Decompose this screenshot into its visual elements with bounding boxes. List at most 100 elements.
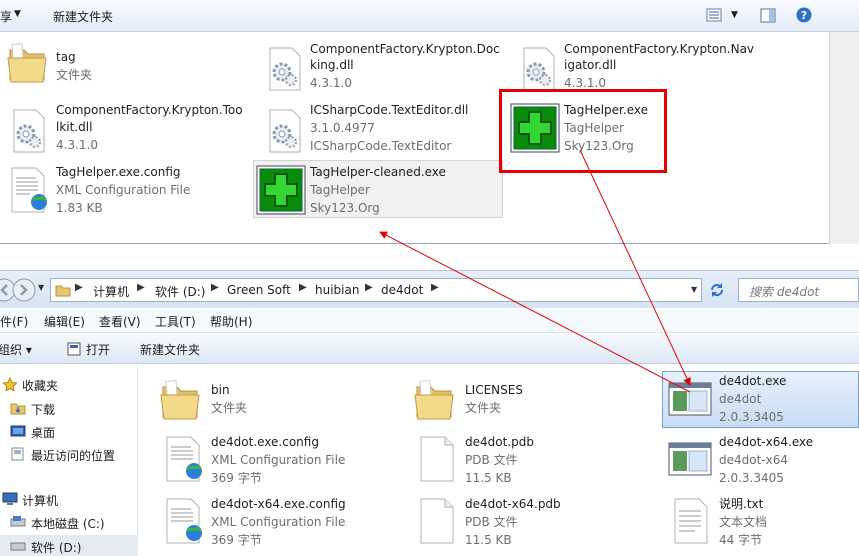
file-size: 44 字节 — [719, 533, 763, 547]
breadcrumb-computer[interactable]: 计算机 — [93, 283, 129, 300]
file-name: TagHelper-cleaned.exe — [310, 165, 446, 179]
file-version: 2.0.3.3405 — [719, 471, 784, 485]
file-description: de4dot-x64 — [719, 453, 788, 467]
menu-file[interactable]: 文件(F) — [0, 313, 28, 330]
menu-edit[interactable]: 编辑(E) — [44, 313, 85, 330]
download-folder-icon — [10, 401, 26, 415]
file-name: de4dot.exe.config — [211, 435, 319, 449]
help-icon[interactable]: ? — [796, 7, 812, 23]
view-chevron-icon[interactable]: ▼ — [731, 10, 738, 20]
recent-places-icon — [10, 447, 26, 461]
refresh-icon[interactable] — [708, 281, 726, 299]
drive-icon — [10, 539, 26, 553]
file-name: ICSharpCode.TextEditor.dll — [310, 103, 469, 117]
command-bar: 组织 ▾ 打开 新建文件夹 — [0, 334, 859, 364]
xml-config-icon — [161, 435, 207, 483]
nav-computer[interactable]: 计算机 — [22, 492, 58, 509]
text-file-icon — [669, 497, 715, 545]
top-explorer-window: 享 ▼ 新建文件夹 ▼ ? tag 文件夹 ComponentFactory.K… — [0, 0, 859, 244]
file-name: de4dot-x64.exe — [719, 435, 814, 449]
breadcrumb-drive-d[interactable]: 软件 (D:) — [155, 283, 205, 300]
nav-desktop[interactable]: 桌面 — [31, 424, 55, 441]
file-name: bin — [211, 383, 230, 397]
nav-downloads[interactable]: 下载 — [31, 401, 55, 418]
file-description: TagHelper — [310, 183, 370, 197]
breadcrumb-de4dot[interactable]: de4dot — [381, 283, 423, 297]
organize-button[interactable]: 组织 ▾ — [0, 341, 32, 358]
nav-local-disk-c[interactable]: 本地磁盘 (C:) — [31, 515, 105, 532]
nav-favorites[interactable]: 收藏夹 — [22, 377, 58, 394]
file-company: Sky123.Org — [310, 201, 380, 215]
breadcrumb-huibian[interactable]: huibian — [315, 283, 359, 297]
green-plus-app-icon — [256, 165, 306, 215]
xml-config-icon — [6, 166, 52, 214]
recent-pages-chevron-icon[interactable]: ▼ — [38, 283, 44, 292]
file-type: 文件夹 — [465, 401, 502, 415]
search-input[interactable]: 搜索 de4dot — [738, 278, 859, 302]
dll-gear-icon — [516, 44, 562, 92]
local-disk-icon — [10, 515, 26, 529]
new-folder-button[interactable]: 新建文件夹 — [53, 8, 113, 25]
file-name: de4dot-x64.pdb — [465, 497, 561, 511]
file-type: PDB 文件 — [465, 515, 518, 529]
file-description: de4dot — [719, 392, 762, 406]
chevron-down-icon[interactable]: ▼ — [14, 9, 21, 19]
nav-drive-d[interactable]: 软件 (D:) — [31, 539, 81, 556]
breadcrumb-separator-icon[interactable]: ▶ — [299, 282, 307, 293]
open-button[interactable]: 打开 — [86, 341, 110, 358]
dll-gear-icon — [262, 44, 308, 92]
file-name: 说明.txt — [719, 497, 764, 511]
desktop-icon — [10, 424, 26, 438]
file-type: XML Configuration File — [56, 183, 191, 197]
menu-tools[interactable]: 工具(T) — [155, 313, 196, 330]
new-folder-button[interactable]: 新建文件夹 — [140, 341, 200, 358]
file-name-line2: lkit.dll — [56, 120, 93, 134]
file-name: de4dot.exe — [719, 374, 787, 388]
annotation-red-rectangle — [499, 89, 667, 173]
file-size: 11.5 KB — [465, 533, 512, 547]
address-breadcrumb-bar[interactable]: ▶ 计算机 ▶ 软件 (D:) ▶ Green Soft ▶ huibian ▶… — [50, 278, 702, 302]
file-version: 4.3.1.0 — [310, 76, 352, 90]
breadcrumb-separator-icon[interactable]: ▶ — [211, 282, 219, 293]
address-dropdown-chevron-icon[interactable]: ▼ — [691, 285, 697, 294]
file-size: 369 字节 — [211, 471, 262, 485]
app-window-icon — [667, 437, 713, 485]
dll-gear-icon — [262, 106, 308, 154]
xml-config-icon — [161, 497, 207, 545]
view-options-icon[interactable] — [706, 8, 722, 22]
forward-button[interactable] — [12, 278, 36, 302]
menu-bar: 文件(F) 编辑(E) 查看(V) 工具(T) 帮助(H) — [0, 309, 859, 333]
file-type: PDB 文件 — [465, 453, 518, 467]
file-version: 2.0.3.3405 — [719, 410, 784, 424]
folder-icon — [4, 38, 50, 86]
breadcrumb-separator-icon[interactable]: ▶ — [431, 282, 439, 293]
file-name-line2: king.dll — [310, 58, 354, 72]
file-name: LICENSES — [465, 383, 523, 397]
blank-file-icon — [415, 497, 461, 545]
file-size: 1.83 KB — [56, 201, 103, 215]
search-placeholder: 搜索 de4dot — [749, 285, 820, 299]
star-icon — [2, 376, 18, 392]
blank-file-icon — [415, 435, 461, 483]
breadcrumb-separator-icon[interactable]: ▶ — [365, 282, 373, 293]
file-name: ComponentFactory.Krypton.Too — [56, 103, 243, 117]
file-name-line2: igator.dll — [564, 58, 617, 72]
file-name: de4dot.pdb — [465, 435, 534, 449]
nav-recent-places[interactable]: 最近访问的位置 — [31, 447, 115, 464]
file-name: TagHelper.exe.config — [56, 165, 181, 179]
breadcrumb-separator-icon[interactable]: ▶ — [137, 282, 145, 293]
menu-help[interactable]: 帮助(H) — [210, 313, 252, 330]
computer-icon — [2, 492, 18, 506]
file-name: de4dot-x64.exe.config — [211, 497, 346, 511]
breadcrumb-green-soft[interactable]: Green Soft — [227, 283, 291, 297]
address-bar-area: ▼ ▶ 计算机 ▶ 软件 (D:) ▶ Green Soft ▶ huibian… — [0, 270, 859, 308]
breadcrumb-separator-icon[interactable]: ▶ — [75, 282, 83, 293]
file-version: 3.1.0.4977 — [310, 121, 375, 135]
top-command-bar: 享 ▼ 新建文件夹 ▼ ? — [0, 0, 859, 32]
menu-view[interactable]: 查看(V) — [99, 313, 141, 330]
share-menu-button[interactable]: 享 — [0, 8, 12, 25]
folder-icon — [157, 375, 203, 423]
navigation-pane: 收藏夹 下载 桌面 最近访问的位置 计算机 本地磁盘 (C:) 软件 (D:) — [0, 365, 138, 556]
preview-pane-icon[interactable] — [760, 8, 776, 23]
file-type: 文件夹 — [211, 401, 248, 415]
